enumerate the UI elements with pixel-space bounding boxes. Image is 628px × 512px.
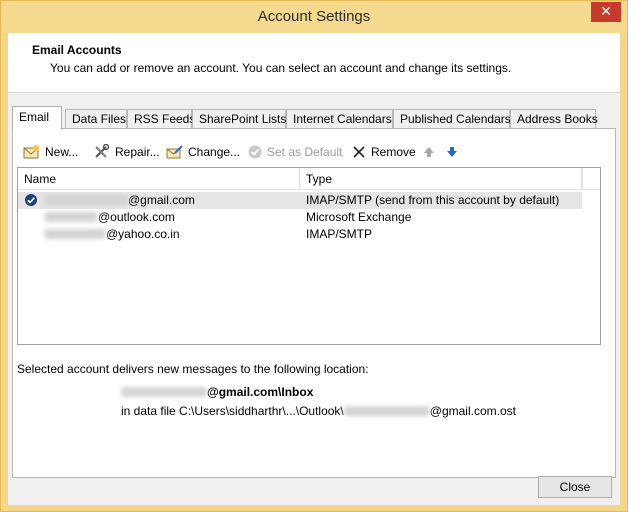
arrow-down-icon [447,147,457,157]
change-label: Change... [188,145,241,159]
set-as-default-button[interactable]: Set as Default [247,141,342,163]
account-type: IMAP/SMTP [306,227,373,241]
account-name: @gmail.com [44,192,195,209]
account-row[interactable]: @outlook.com Microsoft Exchange [18,209,582,226]
new-account-button[interactable]: New... [23,141,78,163]
account-name: @yahoo.co.in [44,226,180,243]
new-label: New... [45,145,79,159]
tab-published-calendars[interactable]: Published Calendars [393,109,511,129]
remove-x-icon [353,146,365,158]
change-mail-icon [166,145,183,159]
redacted-text [44,212,98,222]
repair-button[interactable]: Repair... [93,141,160,163]
account-type: Microsoft Exchange [306,210,412,224]
remove-label: Remove [371,145,416,159]
repair-label: Repair... [115,145,160,159]
account-type: IMAP/SMTP (send from this account by def… [306,193,560,207]
arrow-up-icon [424,147,434,157]
tab-data-files[interactable]: Data Files [65,109,127,129]
redacted-text [44,195,128,205]
tab-internet-calendars[interactable]: Internet Calendars [286,109,393,129]
tab-email[interactable]: Email [12,106,62,130]
move-down-button[interactable] [445,141,463,163]
header-title: Email Accounts [32,43,122,57]
set-as-default-label: Set as Default [267,145,343,159]
account-settings-window: Account Settings ✕ Email Accounts You ca… [0,0,628,512]
delivery-location-label: Selected account delivers new messages t… [17,362,369,376]
account-list[interactable]: Name Type @gmail.com IMAP/SMTP (send fro… [17,167,601,345]
header-pane: Email Accounts You can add or remove an … [8,33,620,93]
dialog-client: Email Accounts You can add or remove an … [8,33,620,505]
column-header-name[interactable]: Name [18,168,300,190]
close-button[interactable]: Close [538,476,612,498]
data-file-path: in data file C:\Users\siddharthr\...\Out… [121,404,516,418]
tab-address-books[interactable]: Address Books [510,109,598,129]
column-header-type[interactable]: Type [300,168,582,190]
remove-button[interactable]: Remove [351,141,416,163]
title-bar[interactable]: Account Settings ✕ [1,1,627,33]
delivery-inbox-path: @gmail.com\Inbox [121,385,313,399]
account-name: @outlook.com [44,209,175,226]
new-mail-icon [23,145,39,159]
redacted-text [121,387,207,397]
redacted-text [44,229,106,239]
list-scrollbar-corner [582,168,600,190]
change-button[interactable]: Change... [166,141,240,163]
tab-rss-feeds[interactable]: RSS Feeds [127,109,195,129]
redacted-text [343,406,430,416]
check-circle-icon [248,145,262,159]
tab-sharepoint-lists[interactable]: SharePoint Lists [192,109,286,129]
account-row[interactable]: @gmail.com IMAP/SMTP (send from this acc… [18,192,582,209]
account-row[interactable]: @yahoo.co.in IMAP/SMTP [18,226,582,243]
window-title: Account Settings [257,8,371,25]
window-close-button[interactable]: ✕ [591,2,621,22]
move-up-button[interactable] [422,141,440,163]
tools-icon [95,144,110,158]
header-subtitle: You can add or remove an account. You ca… [50,61,512,75]
email-tab-panel: New... Repair... Change... Set as Defaul… [12,128,616,478]
